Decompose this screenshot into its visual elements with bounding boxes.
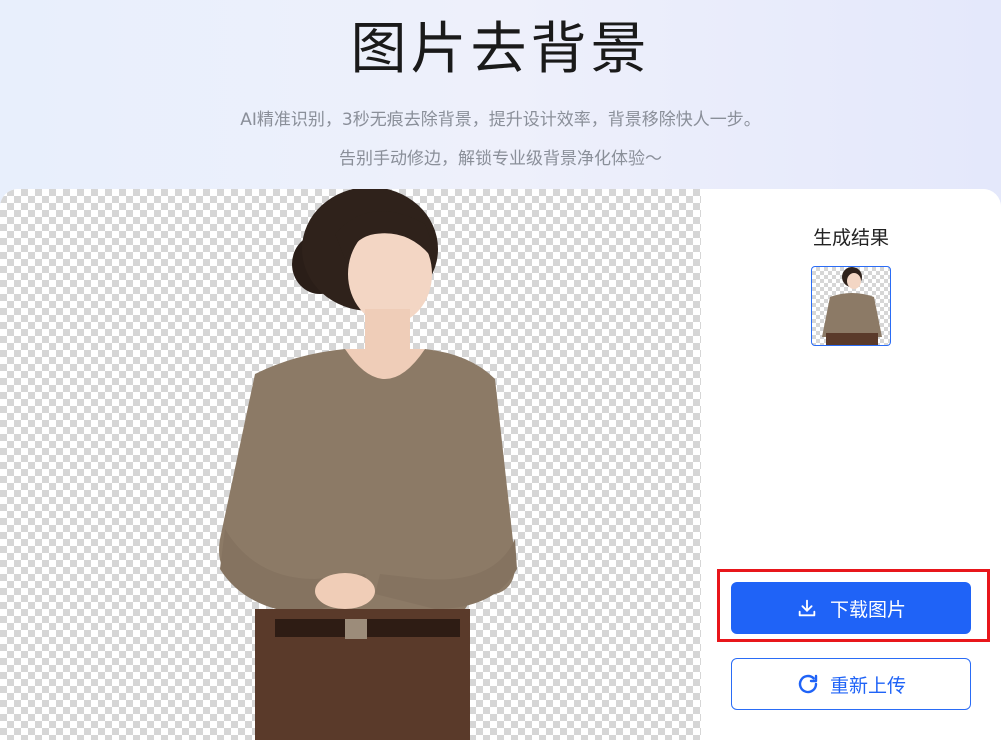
subtitle-line-2: 告别手动修边，解锁专业级背景净化体验～ bbox=[339, 149, 662, 169]
download-button[interactable]: 下载图片 bbox=[731, 582, 971, 634]
reupload-button[interactable]: 重新上传 bbox=[731, 658, 971, 710]
reupload-button-label: 重新上传 bbox=[829, 674, 906, 697]
result-sidebar: 生成结果 下载图片 重新上传 bbox=[701, 189, 1001, 740]
editor-card: 生成结果 下载图片 重新上传 bbox=[0, 189, 1001, 740]
download-icon bbox=[796, 597, 818, 619]
download-button-label: 下载图片 bbox=[829, 598, 906, 621]
refresh-icon bbox=[796, 672, 820, 696]
preview-canvas bbox=[0, 189, 701, 740]
subtitle-line-1: AI精准识别，3秒无痕去除背景，提升设计效率，背景移除快人一步。 bbox=[240, 110, 761, 130]
cutout-person-image bbox=[219, 189, 517, 740]
result-label: 生成结果 bbox=[812, 227, 889, 249]
page-title: 图片去背景 bbox=[350, 17, 651, 82]
result-thumbnail[interactable] bbox=[811, 266, 891, 346]
thumbnail-person-image bbox=[822, 267, 882, 345]
